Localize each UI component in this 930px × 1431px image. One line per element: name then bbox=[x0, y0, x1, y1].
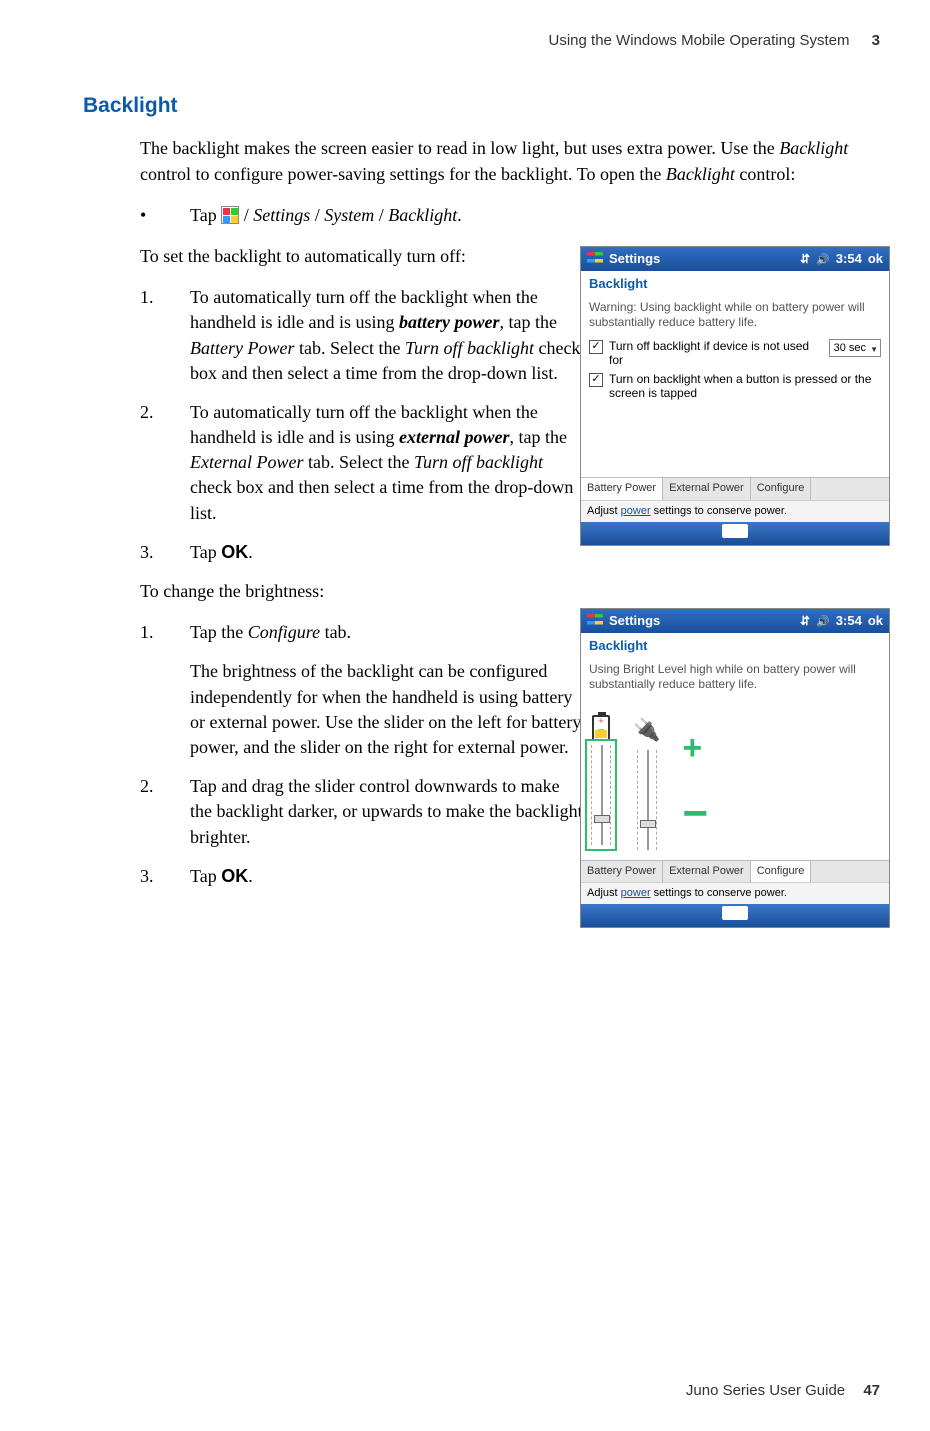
timeout-dropdown[interactable]: 30 sec bbox=[829, 339, 881, 357]
tab-external-power[interactable]: External Power bbox=[663, 478, 751, 499]
clock[interactable]: 3:54 bbox=[836, 250, 862, 268]
external-brightness-slider[interactable] bbox=[637, 750, 657, 850]
tab-external-power[interactable]: External Power bbox=[663, 861, 751, 882]
guide-title: Juno Series User Guide bbox=[686, 1382, 845, 1399]
plus-minus-legend: + − bbox=[682, 715, 708, 823]
tab-configure[interactable]: Configure bbox=[751, 478, 812, 499]
ok-button[interactable]: ok bbox=[868, 612, 883, 630]
power-hint: Adjust power settings to conserve power. bbox=[581, 882, 889, 904]
volume-icon[interactable] bbox=[816, 612, 830, 630]
start-icon[interactable] bbox=[587, 252, 603, 266]
tab-configure[interactable]: Configure bbox=[751, 861, 812, 882]
app-title: Settings bbox=[609, 250, 660, 268]
title-bar: Settings 3:54 ok bbox=[581, 609, 889, 633]
start-icon bbox=[221, 206, 239, 224]
volume-icon[interactable] bbox=[816, 250, 830, 268]
brightness-lead: To change the brightness: bbox=[140, 579, 880, 604]
checkbox-turn-off-label: Turn off backlight if device is not used… bbox=[609, 339, 823, 368]
app-title: Settings bbox=[609, 612, 660, 630]
minus-icon: − bbox=[682, 805, 708, 823]
chapter-number: 3 bbox=[872, 32, 880, 49]
warning-text: Using Bright Level high while on battery… bbox=[589, 662, 881, 693]
running-header: Using the Windows Mobile Operating Syste… bbox=[50, 30, 880, 51]
list-number: 1. bbox=[140, 285, 190, 386]
brightness-step-2-text: Tap and drag the slider control downward… bbox=[190, 774, 585, 850]
ok-button[interactable]: ok bbox=[868, 250, 883, 268]
section-heading: Backlight bbox=[83, 91, 880, 120]
keyboard-icon[interactable] bbox=[722, 524, 748, 538]
clock[interactable]: 3:54 bbox=[836, 612, 862, 630]
brightness-step-1-desc: The brightness of the backlight can be c… bbox=[190, 659, 585, 760]
list-number: 1. bbox=[140, 620, 190, 645]
plus-icon: + bbox=[682, 731, 708, 765]
power-hint: Adjust power settings to conserve power. bbox=[581, 500, 889, 522]
connectivity-icon[interactable] bbox=[800, 250, 810, 268]
chapter-title: Using the Windows Mobile Operating Syste… bbox=[549, 32, 850, 49]
list-number: 3. bbox=[140, 540, 190, 565]
sip-bar bbox=[581, 522, 889, 545]
connectivity-icon[interactable] bbox=[800, 612, 810, 630]
checkbox-turn-off[interactable] bbox=[589, 340, 603, 354]
list-number: 2. bbox=[140, 774, 190, 850]
running-footer: Juno Series User Guide 47 bbox=[686, 1380, 880, 1401]
tab-battery-power[interactable]: Battery Power bbox=[581, 861, 663, 882]
sip-bar bbox=[581, 904, 889, 927]
battery-brightness-slider[interactable] bbox=[591, 745, 611, 845]
title-bar: Settings 3:54 ok bbox=[581, 247, 889, 271]
keyboard-icon[interactable] bbox=[722, 906, 748, 920]
tab-battery-power[interactable]: Battery Power bbox=[581, 478, 663, 499]
intro-paragraph: The backlight makes the screen easier to… bbox=[140, 136, 880, 186]
checkbox-turn-on[interactable] bbox=[589, 373, 603, 387]
tab-bar: Battery Power External Power Configure bbox=[581, 477, 889, 499]
battery-icon: +− bbox=[592, 715, 610, 741]
checkbox-turn-on-label: Turn on backlight when a button is press… bbox=[609, 372, 881, 401]
tab-bar: Battery Power External Power Configure bbox=[581, 860, 889, 882]
warning-text: Warning: Using backlight while on batter… bbox=[589, 300, 881, 331]
page-title: Backlight bbox=[581, 633, 889, 657]
list-number: 2. bbox=[140, 400, 190, 526]
power-link[interactable]: power bbox=[621, 505, 651, 517]
plug-icon: 🔌 bbox=[633, 715, 660, 746]
start-icon[interactable] bbox=[587, 614, 603, 628]
open-backlight-bullet: • Tap / Settings / System / Backlight. bbox=[140, 203, 880, 228]
page-number: 47 bbox=[863, 1382, 880, 1399]
bullet-marker: • bbox=[140, 203, 190, 228]
screenshot-configure: Settings 3:54 ok Backlight Using Bright … bbox=[580, 608, 890, 928]
screenshot-battery-power: Settings 3:54 ok Backlight Warning: Usin… bbox=[580, 246, 890, 546]
power-link[interactable]: power bbox=[621, 887, 651, 899]
page-title: Backlight bbox=[581, 271, 889, 295]
list-number: 3. bbox=[140, 864, 190, 889]
